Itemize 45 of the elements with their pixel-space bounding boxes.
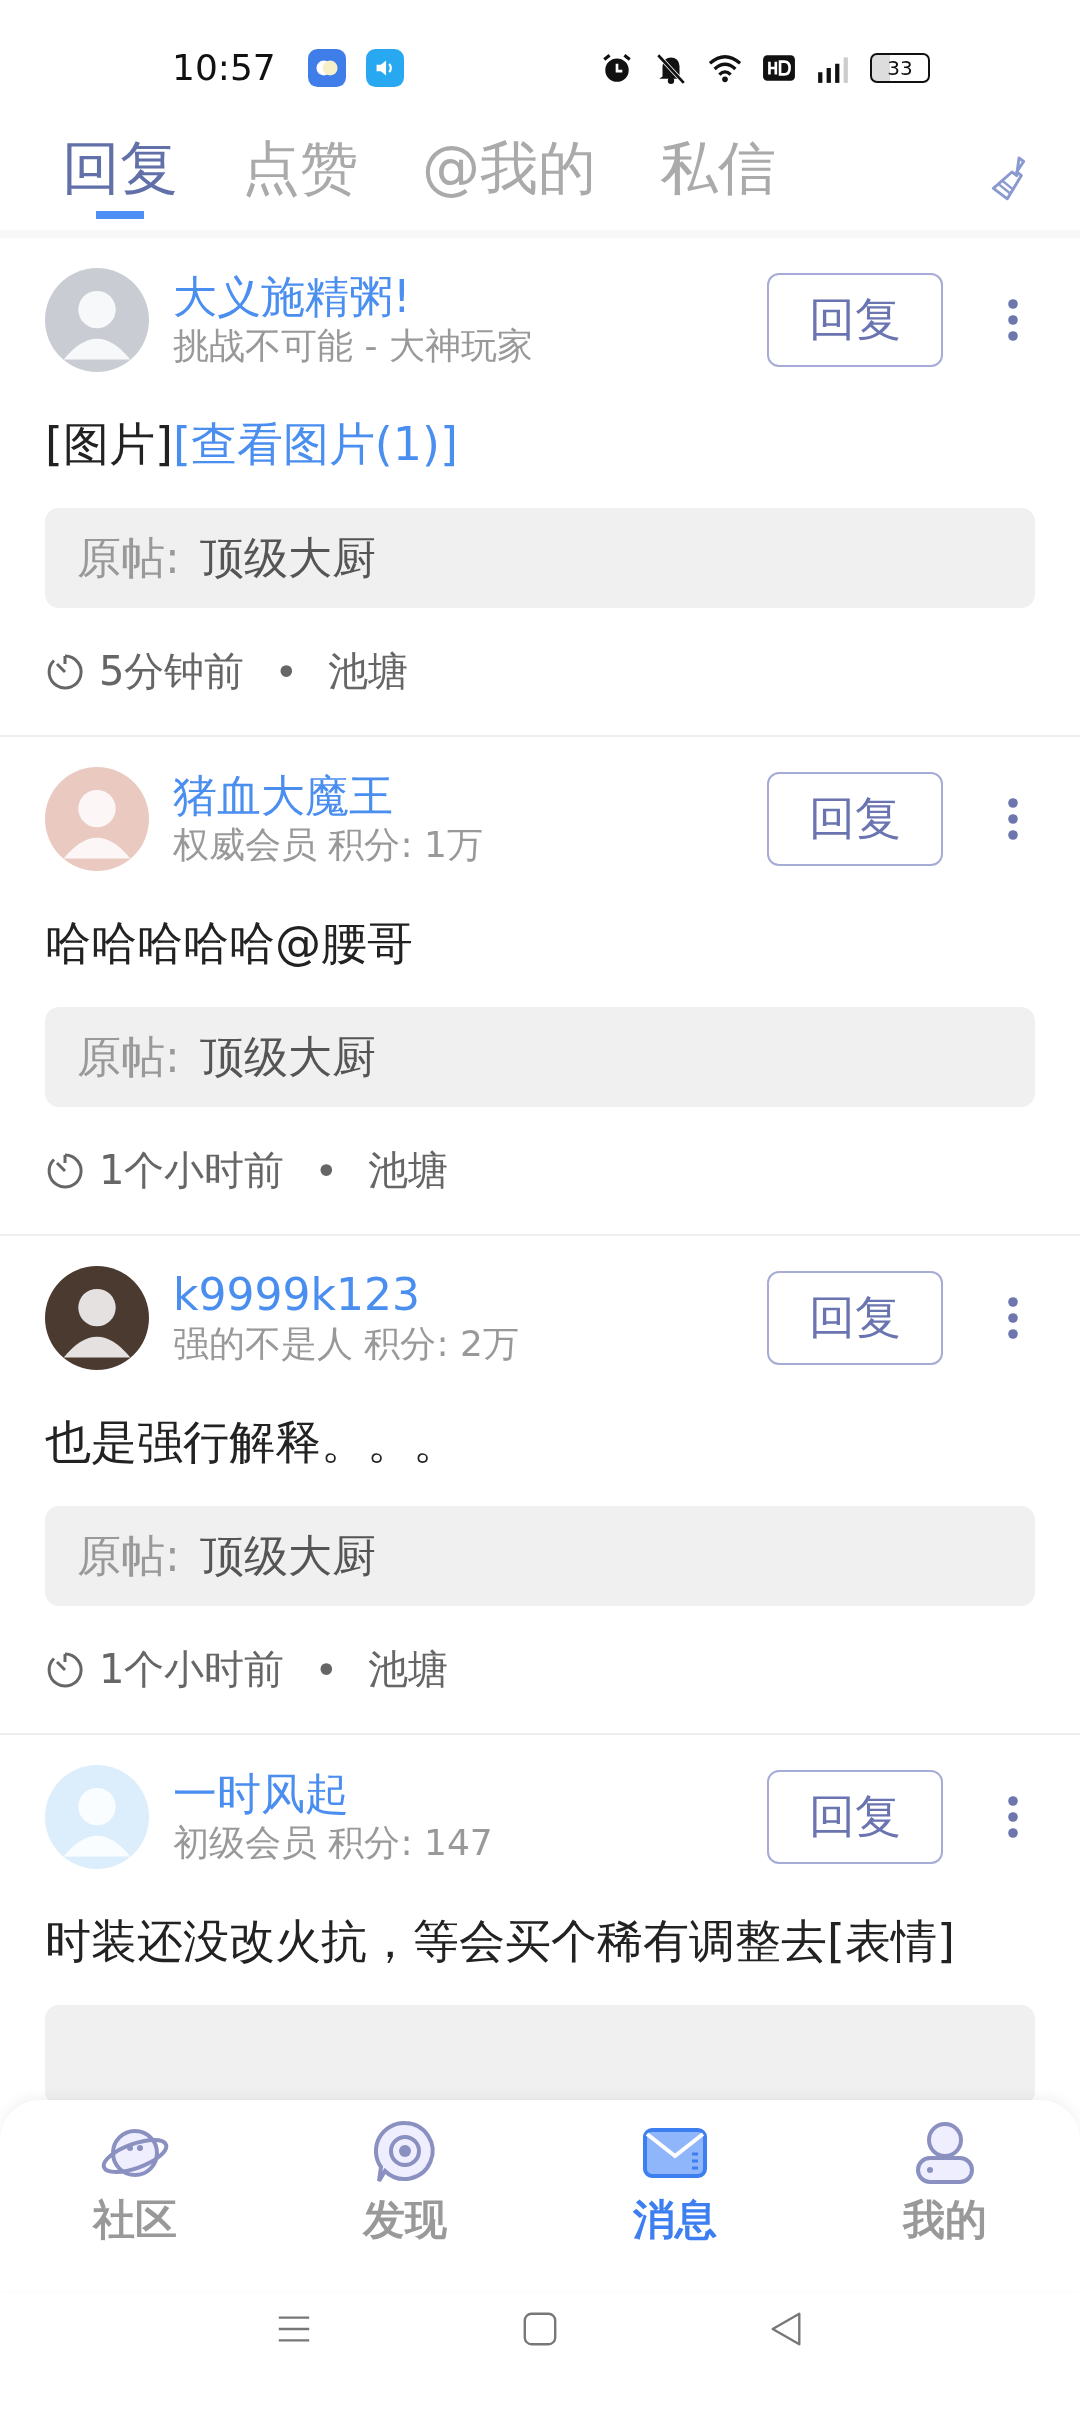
- message-text: 哈哈哈哈哈@腰哥: [45, 915, 414, 972]
- original-post-title: 顶级大厨: [199, 530, 376, 585]
- original-post-title: 顶级大厨: [199, 1528, 376, 1583]
- original-post-bar[interactable]: 原帖: 顶级大厨: [45, 1506, 1035, 1606]
- reply-button[interactable]: 回复: [767, 1271, 943, 1365]
- user-rank: 挑战不可能 - 大神玩家: [173, 324, 534, 368]
- board-name: 池塘: [368, 1645, 449, 1694]
- message-text: 时装还没改火抗，等会买个稀有调整去[表情]: [45, 1913, 956, 1970]
- original-post-bar[interactable]: 原帖: 顶级大厨: [45, 508, 1035, 608]
- nav-tab[interactable]: 发现: [270, 2100, 540, 2290]
- status-time: 10:57: [172, 47, 276, 88]
- original-post-label: 原帖:: [77, 530, 180, 585]
- nav-tab[interactable]: 社区: [0, 2100, 270, 2290]
- tab[interactable]: 点赞: [242, 135, 358, 219]
- original-post-bar[interactable]: 原帖: 顶级大厨: [45, 1007, 1035, 1107]
- username-link[interactable]: 猪血大魔王: [173, 770, 767, 822]
- reply-button[interactable]: 回复: [767, 772, 943, 866]
- nav-tab[interactable]: 消息: [540, 2100, 810, 2290]
- battery-indicator: 33: [870, 52, 930, 83]
- separator-dot: •: [314, 1147, 339, 1194]
- tab[interactable]: 私信: [660, 135, 776, 219]
- user-rank: 强的不是人 积分: 2万: [173, 1322, 520, 1366]
- reply-button[interactable]: 回复: [767, 1770, 943, 1864]
- user-rank: 权威会员 积分: 1万: [173, 823, 484, 867]
- username-link[interactable]: 大义施精粥!: [173, 271, 767, 323]
- message-text: [图片][查看图片(1)]: [45, 416, 459, 473]
- nav-tab[interactable]: 我的: [810, 2100, 1080, 2290]
- board-name: 池塘: [328, 647, 409, 696]
- post-time: 1个小时前: [99, 1645, 285, 1694]
- post-time: 1个小时前: [99, 1146, 285, 1195]
- view-image-link[interactable]: [查看图片(1)]: [172, 417, 458, 471]
- reply-button[interactable]: 回复: [767, 273, 943, 367]
- original-post-label: 原帖:: [77, 1528, 180, 1583]
- post-time: 5分钟前: [99, 647, 245, 696]
- tab[interactable]: 回复: [62, 135, 178, 219]
- tab[interactable]: @我的: [422, 135, 596, 219]
- message-text: 也是强行解释。。。: [45, 1414, 460, 1471]
- separator-dot: •: [274, 648, 299, 695]
- user-rank: 初级会员 积分: 147: [173, 1821, 494, 1865]
- original-post-label: 原帖:: [77, 1029, 180, 1084]
- separator-dot: •: [314, 1646, 339, 1693]
- username-link[interactable]: k9999k123: [173, 1269, 767, 1321]
- username-link[interactable]: 一时风起: [173, 1768, 767, 1820]
- original-post-title: 顶级大厨: [199, 1029, 376, 1084]
- board-name: 池塘: [368, 1146, 449, 1195]
